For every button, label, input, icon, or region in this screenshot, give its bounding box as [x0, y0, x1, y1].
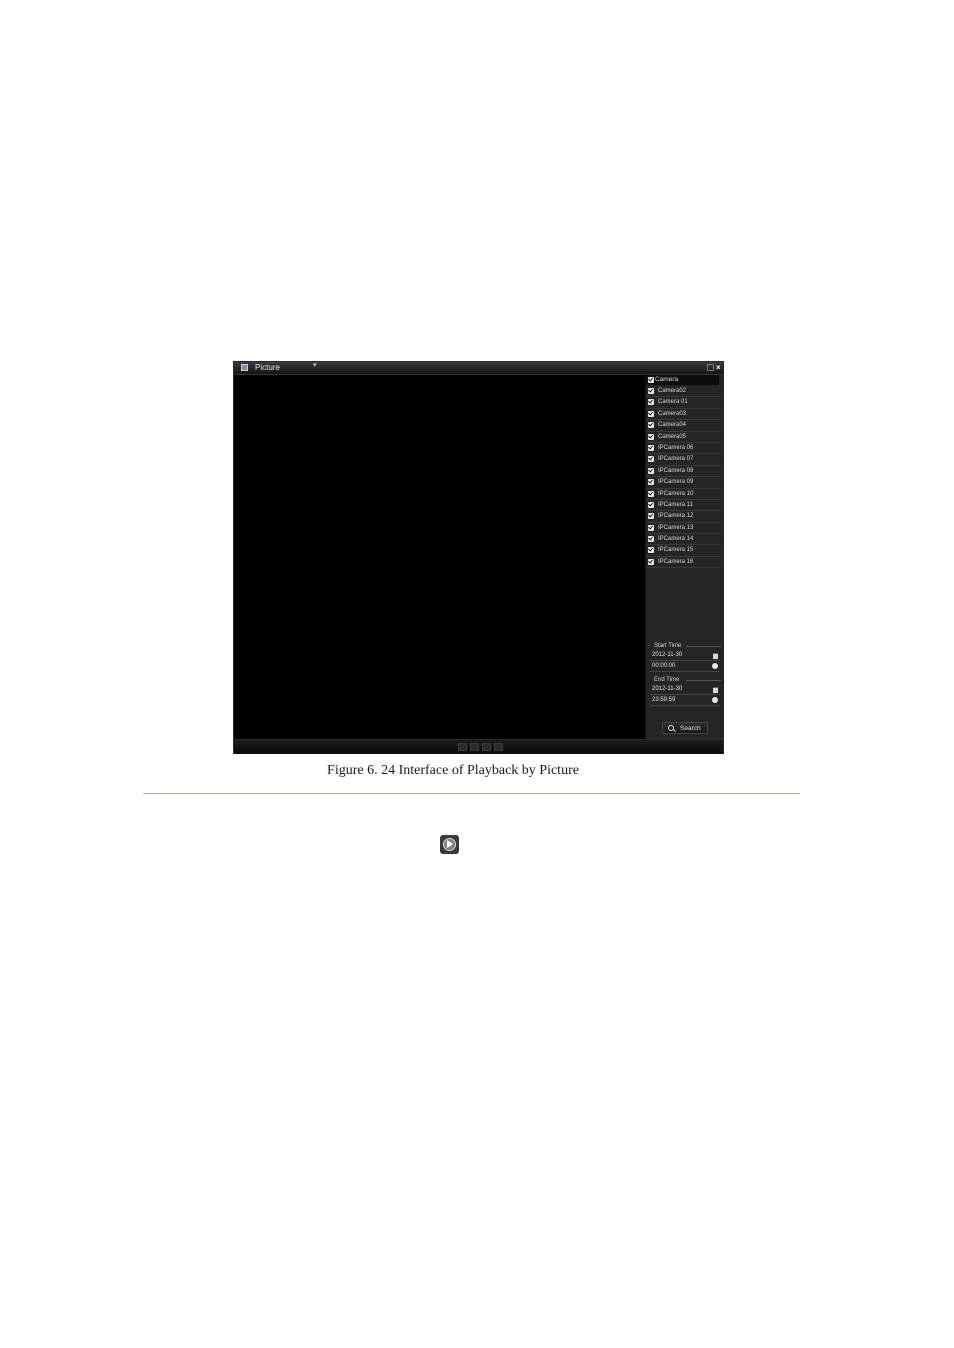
- clock-icon[interactable]: [712, 663, 718, 669]
- camera-label: Camera02: [658, 388, 687, 394]
- camera-list: Camera02 Camera 01 Camera03 Camera04 Camera0…: [646, 386, 724, 569]
- camera-label: Camera04: [658, 422, 687, 429]
- camera-row[interactable]: IPCamera 06: [646, 443, 721, 455]
- camera-row[interactable]: Camera02: [646, 386, 721, 398]
- start-time-value: 00:00:00: [652, 663, 676, 669]
- end-date-value: 2012-11-30: [652, 686, 683, 692]
- camera-checkbox[interactable]: [648, 479, 654, 486]
- camera-row[interactable]: IPCamera 14: [646, 534, 721, 546]
- figure-caption-text: Figure 6. 24 Interface of Playback by Pi…: [327, 763, 579, 778]
- search-button-label: Search: [680, 725, 701, 732]
- start-time-field[interactable]: 00:00:00: [650, 662, 720, 672]
- camera-checkbox[interactable]: [648, 422, 654, 429]
- camera-header-label: Camera: [655, 376, 679, 383]
- camera-row[interactable]: IPCamera 10: [646, 489, 721, 500]
- camera-label: IPCamera 16: [658, 558, 694, 565]
- picture-icon: [241, 364, 248, 371]
- camera-label: IPCamera 12: [658, 513, 694, 520]
- play-triangle: [447, 840, 453, 848]
- camera-checkbox[interactable]: [648, 410, 654, 417]
- camera-label: IPCamera 06: [658, 444, 694, 451]
- camera-checkbox[interactable]: [648, 501, 654, 508]
- select-all-checkbox[interactable]: [648, 377, 654, 383]
- nvr-playback-window: Picture ▾ × Camera Camera02 Camera 01 Came…: [233, 361, 724, 754]
- playback-control-bar: [234, 739, 723, 754]
- camera-row[interactable]: IPCamera 13: [646, 523, 721, 535]
- camera-checkbox[interactable]: [648, 433, 654, 440]
- camera-list-header: Camera: [646, 375, 719, 385]
- start-date-value: 2012-11-30: [652, 652, 683, 658]
- search-icon: [668, 725, 674, 731]
- clock-icon[interactable]: [712, 697, 718, 703]
- search-button[interactable]: Search: [662, 722, 708, 734]
- camera-label: IPCamera 09: [658, 479, 694, 486]
- play-button-icon: [440, 835, 459, 854]
- title-bar: Picture ▾ ×: [234, 362, 723, 375]
- camera-checkbox[interactable]: [648, 388, 654, 394]
- camera-label: IPCamera 10: [658, 490, 694, 497]
- play-control-icon[interactable]: [470, 743, 479, 751]
- close-icon[interactable]: ×: [716, 362, 721, 373]
- camera-checkbox[interactable]: [648, 558, 654, 565]
- camera-row[interactable]: IPCamera 07: [646, 454, 721, 466]
- camera-label: IPCamera 13: [658, 524, 694, 531]
- calendar-icon[interactable]: [713, 653, 718, 659]
- camera-label: IPCamera 08: [658, 467, 694, 474]
- maximize-icon[interactable]: [707, 364, 714, 371]
- camera-checkbox[interactable]: [648, 456, 654, 463]
- figure-caption: Figure 6. 24 Interface of Playback by Pi…: [0, 763, 954, 779]
- camera-row[interactable]: IPCamera 08: [646, 466, 721, 478]
- camera-row[interactable]: IPCamera 11: [646, 500, 721, 512]
- camera-label: IPCamera 14: [658, 536, 694, 543]
- camera-label: IPCamera 15: [658, 547, 694, 554]
- end-time-value: 23:59:59: [652, 697, 676, 703]
- search-side-panel: Camera Camera02 Camera 01 Camera03 Camera04…: [645, 375, 724, 739]
- camera-row[interactable]: IPCamera 15: [646, 545, 721, 557]
- divider: [686, 646, 721, 647]
- end-date-field[interactable]: 2012-11-30: [650, 685, 720, 695]
- horizontal-rule: [143, 793, 800, 794]
- camera-row[interactable]: IPCamera 16: [646, 557, 721, 569]
- start-time-label: Start Time: [654, 643, 682, 649]
- camera-row[interactable]: Camera 01: [646, 397, 721, 409]
- camera-row[interactable]: Camera04: [646, 420, 721, 432]
- window-title: Picture: [255, 363, 280, 372]
- camera-label: Camera05: [658, 433, 687, 440]
- camera-label: IPCamera 07: [658, 456, 694, 463]
- camera-label: Camera03: [658, 410, 687, 417]
- pause-control-icon[interactable]: [482, 743, 491, 751]
- camera-row[interactable]: IPCamera 12: [646, 511, 721, 523]
- next-control-icon[interactable]: [494, 743, 503, 751]
- camera-checkbox[interactable]: [648, 513, 654, 520]
- camera-checkbox[interactable]: [648, 490, 654, 497]
- camera-row[interactable]: Camera03: [646, 409, 721, 421]
- end-time-label: End Time: [654, 677, 680, 683]
- playback-display-area[interactable]: [234, 375, 645, 739]
- start-date-field[interactable]: 2012-11-30: [650, 651, 720, 661]
- previous-control-icon[interactable]: [458, 743, 467, 751]
- camera-label: Camera 01: [658, 399, 688, 406]
- camera-label: IPCamera 11: [658, 501, 693, 508]
- camera-checkbox[interactable]: [648, 524, 654, 531]
- divider: [686, 680, 721, 681]
- mode-dropdown-caret[interactable]: ▾: [313, 361, 317, 371]
- camera-checkbox[interactable]: [648, 399, 654, 406]
- camera-row[interactable]: Camera05: [646, 432, 721, 443]
- camera-checkbox[interactable]: [648, 467, 654, 474]
- camera-checkbox[interactable]: [648, 536, 654, 543]
- camera-row[interactable]: IPCamera 09: [646, 477, 721, 489]
- camera-checkbox[interactable]: [648, 547, 654, 554]
- end-time-field[interactable]: 23:59:59: [650, 696, 720, 706]
- calendar-icon[interactable]: [713, 687, 718, 693]
- camera-checkbox[interactable]: [648, 444, 654, 451]
